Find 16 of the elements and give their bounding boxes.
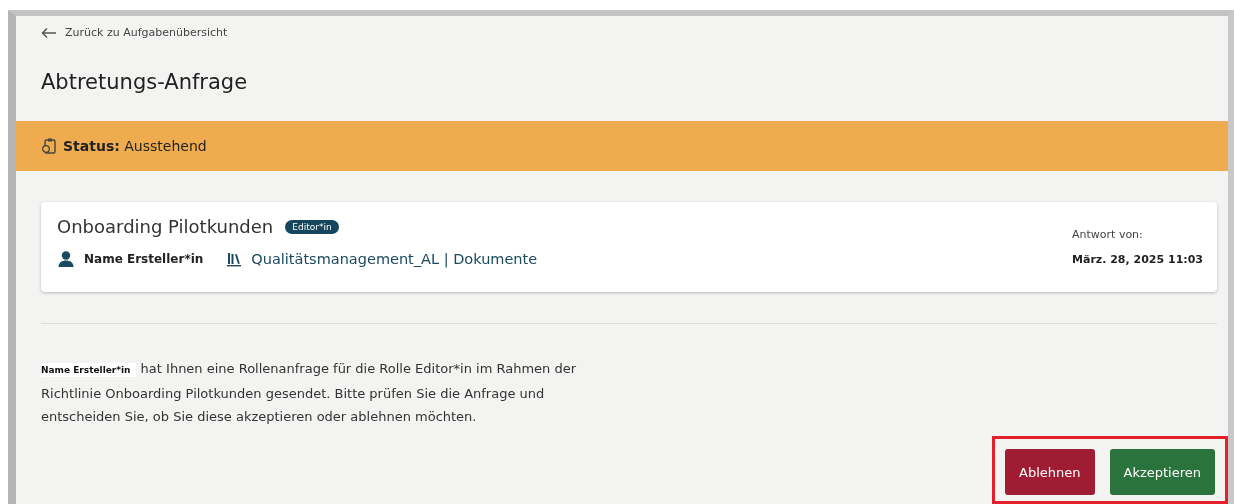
person-icon bbox=[57, 250, 75, 268]
accept-button[interactable]: Akzeptieren bbox=[1109, 449, 1215, 495]
back-link[interactable]: Zurück zu Aufgabenübersicht bbox=[41, 26, 1228, 39]
page-title: Abtretungs-Anfrage bbox=[41, 70, 249, 94]
card-title: Onboarding Pilotkunden bbox=[57, 216, 274, 237]
creator-name: Name Ersteller*in bbox=[84, 252, 204, 266]
role-badge: Editor*in bbox=[285, 219, 339, 234]
response-label: Antwort von: bbox=[1072, 228, 1144, 241]
reject-button[interactable]: Ablehnen bbox=[1005, 449, 1095, 495]
response-date: März. 28, 2025 11:03 bbox=[1072, 253, 1203, 266]
arrow-left-icon bbox=[41, 26, 57, 39]
request-message: Name Ersteller*in hat Ihnen eine Rollenanfrage für die Rolle Editor*in im Rahmen der Richtlinie Onboarding Pilotkunden gesendet. Bitte prüfen Sie die Anfrage und entscheiden Sie, ob Sie diese akzeptieren oder ablehnen möchten. bbox=[41, 360, 578, 426]
library-link[interactable]: Qualitätsmanagement_AL | Dokumente bbox=[251, 251, 538, 267]
library-icon bbox=[226, 251, 243, 267]
status-text: Status: Ausstehend bbox=[63, 138, 207, 154]
clipboard-icon bbox=[41, 137, 57, 155]
